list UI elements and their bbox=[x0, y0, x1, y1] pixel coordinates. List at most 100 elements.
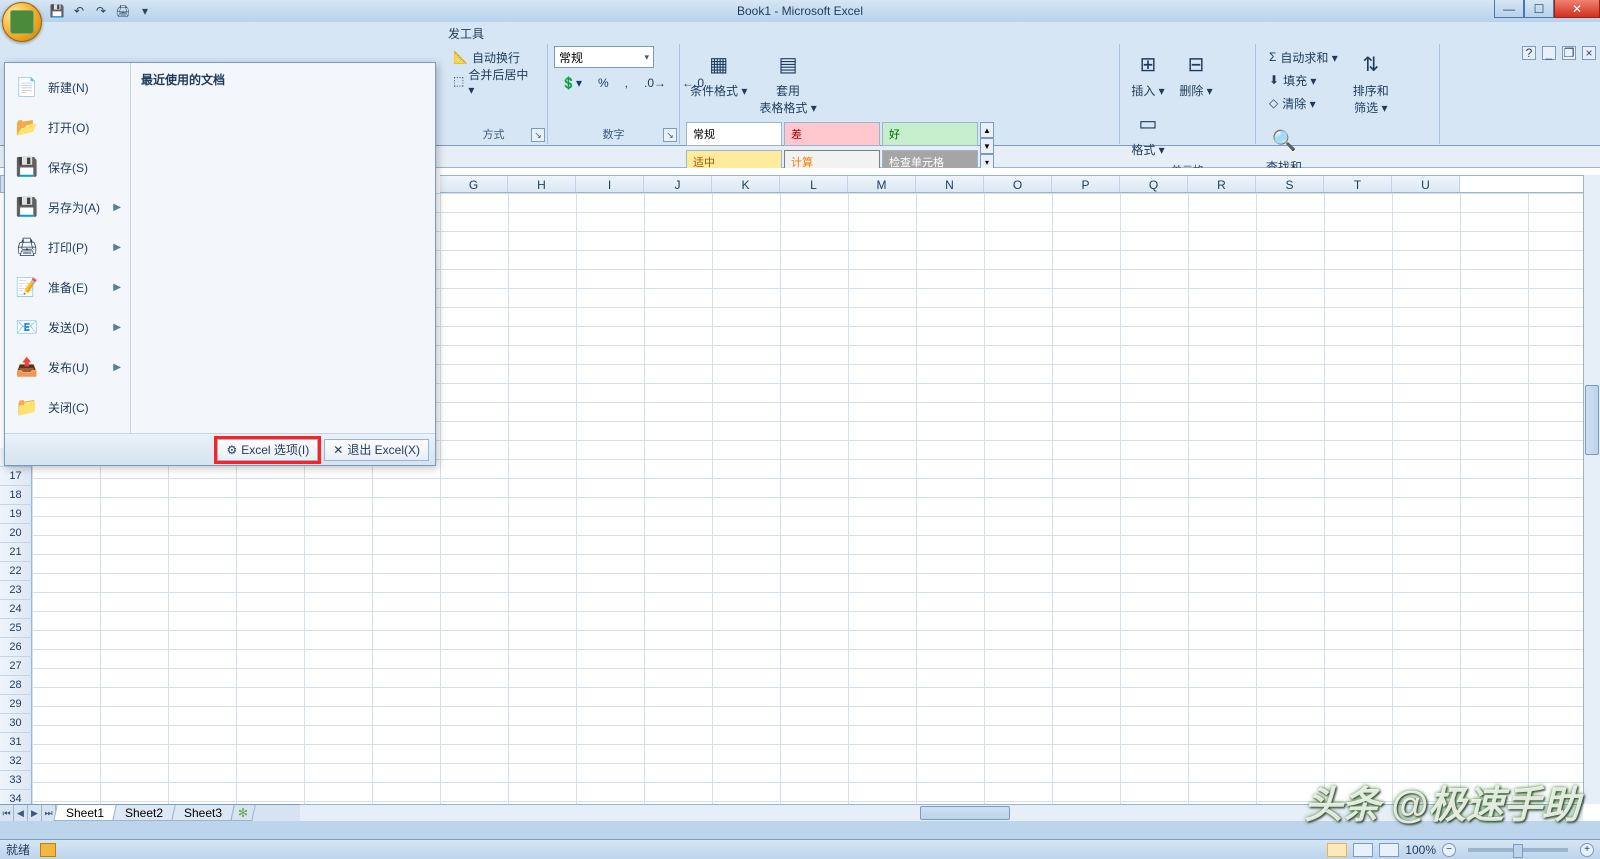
view-page-layout-button[interactable] bbox=[1353, 843, 1373, 857]
cell-style-normal[interactable]: 常规 bbox=[686, 122, 782, 146]
row-header-22[interactable]: 22 bbox=[0, 562, 32, 581]
zoom-level[interactable]: 100% bbox=[1405, 843, 1436, 857]
column-header-T[interactable]: T bbox=[1324, 176, 1392, 192]
column-header-H[interactable]: H bbox=[508, 176, 576, 192]
column-header-L[interactable]: L bbox=[780, 176, 848, 192]
view-normal-button[interactable] bbox=[1327, 843, 1347, 857]
ribbon-tab-developer[interactable]: 发工具 bbox=[440, 23, 492, 44]
increase-decimal-button[interactable]: .0→ bbox=[637, 72, 673, 94]
row-header-18[interactable]: 18 bbox=[0, 486, 32, 505]
office-menu: 📄新建(N)📂打开(O)💾保存(S)💾另存为(A)▶🖨打印(P)▶📝准备(E)▶… bbox=[4, 62, 436, 466]
mdi-minimize-icon[interactable]: _ bbox=[1542, 46, 1556, 60]
qat-customize-icon[interactable]: ▾ bbox=[136, 2, 154, 20]
minimize-button[interactable]: — bbox=[1494, 0, 1524, 18]
office-menu-item-5[interactable]: 📝准备(E)▶ bbox=[7, 267, 128, 307]
zoom-out-button[interactable]: − bbox=[1442, 843, 1456, 857]
row-header-20[interactable]: 20 bbox=[0, 524, 32, 543]
column-header-J[interactable]: J bbox=[644, 176, 712, 192]
column-header-I[interactable]: I bbox=[576, 176, 644, 192]
row-header-27[interactable]: 27 bbox=[0, 657, 32, 676]
column-header-S[interactable]: S bbox=[1256, 176, 1324, 192]
clear-button[interactable]: ◇ 清除 ▾ bbox=[1262, 92, 1345, 114]
tab-nav-prev-icon[interactable]: ◀ bbox=[14, 805, 28, 821]
format-as-table-button[interactable]: ▤套用 表格格式 ▾ bbox=[755, 46, 820, 118]
row-header-26[interactable]: 26 bbox=[0, 638, 32, 657]
vertical-scroll-thumb[interactable] bbox=[1585, 385, 1599, 455]
comma-button[interactable]: , bbox=[618, 72, 635, 94]
format-cells-button[interactable]: ▭格式 ▾ bbox=[1126, 105, 1170, 160]
column-header-K[interactable]: K bbox=[712, 176, 780, 192]
number-launcher[interactable]: ↘ bbox=[663, 128, 677, 142]
sort-filter-button[interactable]: ⇅排序和 筛选 ▾ bbox=[1349, 46, 1393, 118]
conditional-formatting-button[interactable]: ▦条件格式 ▾ bbox=[686, 46, 751, 101]
macro-record-icon[interactable] bbox=[40, 843, 56, 857]
sheet-tab-2[interactable]: Sheet2 bbox=[112, 805, 175, 821]
column-header-G[interactable]: G bbox=[440, 176, 508, 192]
office-menu-item-4[interactable]: 🖨打印(P)▶ bbox=[7, 227, 128, 267]
cell-style-bad[interactable]: 差 bbox=[784, 122, 880, 146]
gallery-scroll-up-icon[interactable]: ▲ bbox=[980, 122, 994, 138]
horizontal-scrollbar[interactable] bbox=[300, 804, 1583, 821]
percent-button[interactable]: % bbox=[591, 72, 616, 94]
office-menu-item-1[interactable]: 📂打开(O) bbox=[7, 107, 128, 147]
tab-nav-next-icon[interactable]: ▶ bbox=[28, 805, 42, 821]
close-button[interactable]: ✕ bbox=[1554, 0, 1600, 18]
office-menu-item-2[interactable]: 💾保存(S) bbox=[7, 147, 128, 187]
vertical-scrollbar[interactable] bbox=[1583, 175, 1600, 804]
row-header-19[interactable]: 19 bbox=[0, 505, 32, 524]
sheet-tab-1[interactable]: Sheet1 bbox=[53, 805, 116, 821]
column-header-P[interactable]: P bbox=[1052, 176, 1120, 192]
view-page-break-button[interactable] bbox=[1379, 843, 1399, 857]
insert-cells-button[interactable]: ⊞插入 ▾ bbox=[1126, 46, 1170, 101]
row-header-17[interactable]: 17 bbox=[0, 467, 32, 486]
qat-redo-icon[interactable]: ↷ bbox=[92, 2, 110, 20]
row-header-28[interactable]: 28 bbox=[0, 676, 32, 695]
row-header-23[interactable]: 23 bbox=[0, 581, 32, 600]
autosum-button[interactable]: Σ 自动求和 ▾ bbox=[1262, 46, 1345, 68]
sheet-tab-3[interactable]: Sheet3 bbox=[171, 805, 234, 821]
column-header-R[interactable]: R bbox=[1188, 176, 1256, 192]
office-menu-item-6[interactable]: 📧发送(D)▶ bbox=[7, 307, 128, 347]
column-header-Q[interactable]: Q bbox=[1120, 176, 1188, 192]
office-menu-item-8[interactable]: 📁关闭(C) bbox=[7, 387, 128, 427]
row-header-31[interactable]: 31 bbox=[0, 733, 32, 752]
fill-button[interactable]: ⬇ 填充 ▾ bbox=[1262, 69, 1345, 91]
row-header-32[interactable]: 32 bbox=[0, 752, 32, 771]
column-header-U[interactable]: U bbox=[1392, 176, 1460, 192]
office-menu-item-0[interactable]: 📄新建(N) bbox=[7, 67, 128, 107]
row-header-33[interactable]: 33 bbox=[0, 771, 32, 790]
exit-excel-button[interactable]: ✕ 退出 Excel(X) bbox=[324, 439, 429, 461]
office-menu-item-7[interactable]: 📤发布(U)▶ bbox=[7, 347, 128, 387]
row-header-29[interactable]: 29 bbox=[0, 695, 32, 714]
office-button[interactable] bbox=[2, 2, 42, 42]
qat-undo-icon[interactable]: ↶ bbox=[70, 2, 88, 20]
row-header-30[interactable]: 30 bbox=[0, 714, 32, 733]
column-header-O[interactable]: O bbox=[984, 176, 1052, 192]
zoom-slider[interactable] bbox=[1468, 848, 1568, 852]
mdi-close-icon[interactable]: × bbox=[1582, 46, 1596, 60]
column-header-M[interactable]: M bbox=[848, 176, 916, 192]
qat-save-icon[interactable]: 💾 bbox=[48, 2, 66, 20]
cell-style-good[interactable]: 好 bbox=[882, 122, 978, 146]
mdi-restore-icon[interactable]: ❐ bbox=[1562, 46, 1576, 60]
tab-nav-first-icon[interactable]: ⏮ bbox=[0, 805, 14, 821]
row-header-25[interactable]: 25 bbox=[0, 619, 32, 638]
format-icon: ▭ bbox=[1132, 107, 1164, 139]
delete-cells-button[interactable]: ⊟删除 ▾ bbox=[1174, 46, 1218, 101]
new-sheet-button[interactable]: ✻ bbox=[230, 805, 255, 821]
alignment-launcher[interactable]: ↘ bbox=[531, 128, 545, 142]
number-format-combo[interactable]: 常规 bbox=[554, 46, 654, 68]
excel-options-button[interactable]: ⚙ Excel 选项(I) bbox=[217, 439, 318, 461]
maximize-button[interactable]: ☐ bbox=[1524, 0, 1554, 18]
help-icon[interactable]: ? bbox=[1522, 46, 1536, 60]
zoom-in-button[interactable]: + bbox=[1580, 843, 1594, 857]
row-header-24[interactable]: 24 bbox=[0, 600, 32, 619]
horizontal-scroll-thumb[interactable] bbox=[920, 806, 1010, 820]
currency-button[interactable]: 💲▾ bbox=[554, 72, 589, 94]
column-header-N[interactable]: N bbox=[916, 176, 984, 192]
merge-center-button[interactable]: ⬚ 合并后居中 ▾ bbox=[446, 70, 541, 92]
office-menu-item-3[interactable]: 💾另存为(A)▶ bbox=[7, 187, 128, 227]
row-header-21[interactable]: 21 bbox=[0, 543, 32, 562]
gallery-scroll-down-icon[interactable]: ▼ bbox=[980, 138, 994, 154]
qat-print-icon[interactable]: 🖨 bbox=[114, 2, 132, 20]
